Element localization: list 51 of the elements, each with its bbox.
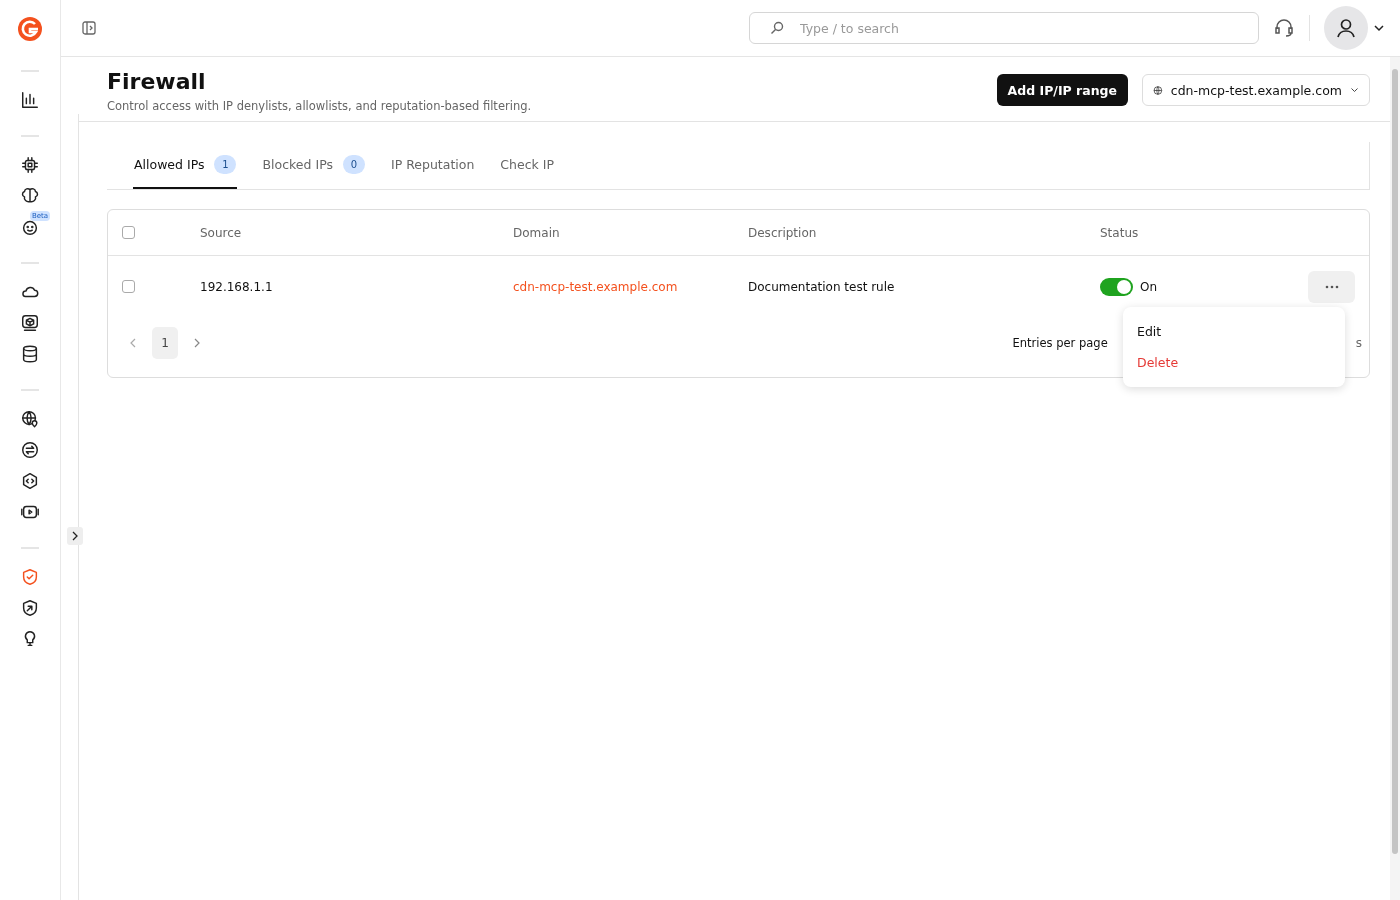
- status-text: On: [1140, 279, 1158, 294]
- tab-label: Blocked IPs: [262, 157, 333, 172]
- database-icon[interactable]: [20, 343, 40, 364]
- domain-select[interactable]: cdn-mcp-test.example.com: [1142, 74, 1370, 106]
- column-header: Source: [200, 225, 243, 240]
- cube-monitor-icon[interactable]: [20, 312, 40, 333]
- column-header: Domain: [513, 225, 561, 240]
- tab-label: Allowed IPs: [134, 157, 205, 172]
- tab[interactable]: IP Reputation: [389, 142, 476, 189]
- shield-icon[interactable]: [20, 566, 40, 587]
- menu-item[interactable]: Delete: [1123, 347, 1345, 378]
- menu-item[interactable]: Edit: [1123, 316, 1345, 347]
- search-field[interactable]: Type / to search: [749, 12, 1259, 44]
- logo-icon[interactable]: [17, 16, 43, 42]
- headset-icon[interactable]: [1273, 17, 1295, 39]
- table-cell-text: Documentation test rule: [748, 279, 896, 294]
- domain-link[interactable]: cdn-mcp-test.example.com: [513, 279, 748, 294]
- row-checkbox[interactable]: [122, 280, 135, 293]
- add-ip-button[interactable]: Add IP/IP range: [996, 74, 1128, 106]
- globe-pin-icon[interactable]: [20, 408, 40, 429]
- page-title: Firewall: [107, 68, 207, 96]
- more-icon: [1324, 284, 1339, 289]
- column-header: Status: [1100, 225, 1140, 240]
- chart-icon[interactable]: [20, 89, 40, 110]
- column-header: Description: [748, 225, 818, 240]
- swap-icon[interactable]: [20, 439, 40, 460]
- count-badge: 0: [342, 155, 365, 174]
- tab[interactable]: Check IP: [499, 142, 555, 189]
- entries-select[interactable]: s: [1355, 336, 1362, 350]
- page-subtitle: Control access with IP denylists, allowlists, and reputation-based filtering.: [107, 99, 533, 113]
- avatar[interactable]: [1324, 6, 1368, 50]
- tab[interactable]: Blocked IPs 0: [261, 142, 366, 189]
- next-page-icon[interactable]: [192, 337, 202, 349]
- chip-icon[interactable]: [20, 154, 40, 175]
- entries-label: Entries per page: [1012, 336, 1108, 350]
- domain-text: cdn-mcp-test.example.com: [1170, 82, 1342, 98]
- status-toggle[interactable]: [1100, 277, 1133, 296]
- search-icon: [769, 20, 785, 36]
- sidebar-toggle-icon[interactable]: [81, 20, 97, 36]
- table-cell-text: 192.168.1.1: [200, 279, 274, 294]
- count-badge: 1: [214, 155, 237, 174]
- page-button[interactable]: 1: [152, 327, 178, 359]
- scrollbar[interactable]: [1390, 57, 1400, 900]
- code-icon[interactable]: [20, 470, 40, 491]
- globe-icon: [1153, 83, 1163, 97]
- tab[interactable]: Allowed IPs 1: [133, 142, 238, 189]
- user-icon: [1335, 17, 1357, 39]
- shield-arrow-icon[interactable]: [20, 597, 40, 618]
- select-all-checkbox[interactable]: [122, 226, 135, 239]
- expand-button[interactable]: [67, 527, 83, 545]
- chevron-right-icon: [70, 531, 80, 541]
